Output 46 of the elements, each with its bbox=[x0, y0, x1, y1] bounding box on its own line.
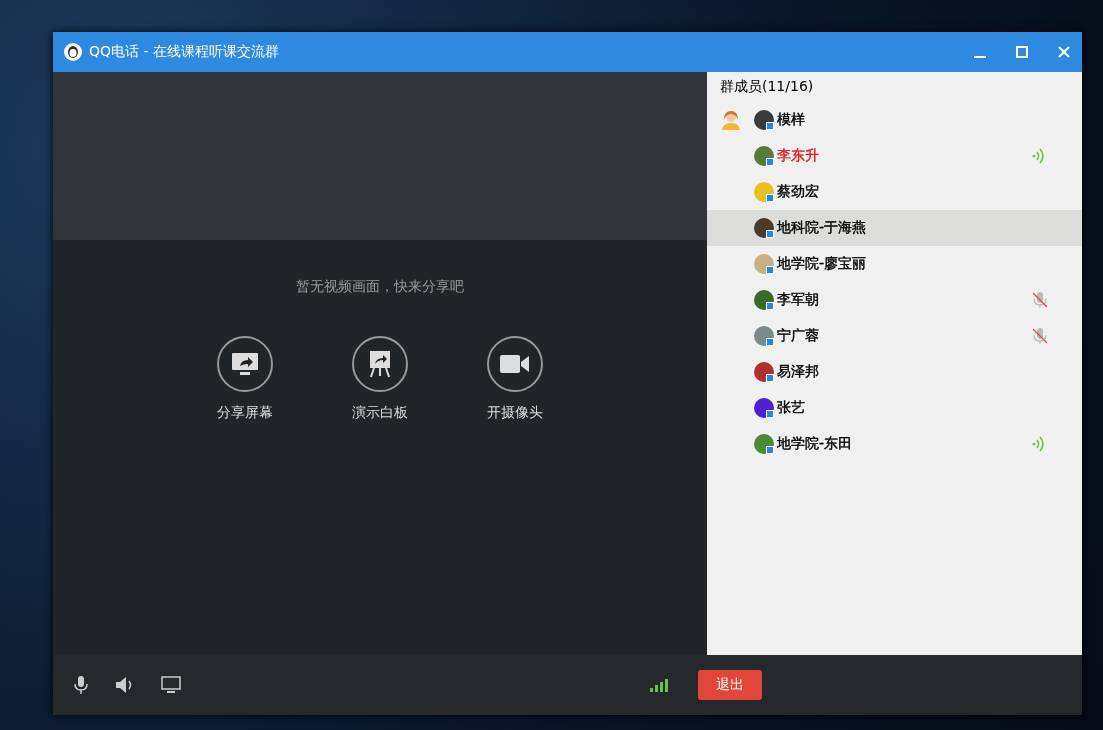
avatar-icon bbox=[753, 181, 775, 203]
avatar-icon bbox=[753, 253, 775, 275]
member-name: 易泽邦 bbox=[777, 363, 819, 381]
member-row[interactable]: 地学院-东田 bbox=[707, 426, 1082, 462]
member-row[interactable]: 易泽邦 bbox=[707, 354, 1082, 390]
member-name: 模样 bbox=[777, 111, 805, 129]
member-name: 地学院-廖宝丽 bbox=[777, 255, 867, 273]
member-name: 李东升 bbox=[777, 147, 819, 165]
empty-video-message: 暂无视频画面，快来分享吧 bbox=[296, 278, 464, 296]
member-row[interactable]: 宁广蓉 bbox=[707, 318, 1082, 354]
close-icon bbox=[1058, 46, 1070, 58]
member-row[interactable]: 李东升 bbox=[707, 138, 1082, 174]
member-name: 地科院-于海燕 bbox=[777, 219, 867, 237]
exit-button[interactable]: 退出 bbox=[698, 670, 762, 700]
member-name: 宁广蓉 bbox=[777, 327, 819, 345]
screen-share-icon bbox=[231, 352, 259, 376]
microphone-icon[interactable] bbox=[73, 675, 89, 695]
avatar-icon bbox=[753, 109, 775, 131]
maximize-icon bbox=[1016, 46, 1028, 58]
member-row[interactable]: 地学院-廖宝丽 bbox=[707, 246, 1082, 282]
member-row[interactable]: 模样 bbox=[707, 102, 1082, 138]
member-row[interactable]: 地科院-于海燕 bbox=[707, 210, 1082, 246]
member-row[interactable]: 李军朝 bbox=[707, 282, 1082, 318]
screen-button[interactable]: 分享屏幕 bbox=[205, 336, 285, 422]
members-header: 群成员(11/16) bbox=[719, 77, 815, 96]
member-name: 李军朝 bbox=[777, 291, 819, 309]
member-name: 蔡劲宏 bbox=[777, 183, 819, 201]
window-title: QQ电话 - 在线课程听课交流群 bbox=[89, 43, 280, 61]
video-camera-icon bbox=[500, 354, 530, 374]
member-row[interactable]: 张艺 bbox=[707, 390, 1082, 426]
member-row[interactable]: 蔡劲宏 bbox=[707, 174, 1082, 210]
whiteboard-button[interactable]: 演示白板 bbox=[340, 336, 420, 422]
member-name: 张艺 bbox=[777, 399, 805, 417]
avatar-icon bbox=[753, 361, 775, 383]
avatar-icon bbox=[753, 325, 775, 347]
avatar-icon bbox=[753, 289, 775, 311]
avatar-icon bbox=[753, 145, 775, 167]
screen-icon[interactable] bbox=[161, 676, 181, 694]
member-name: 地学院-东田 bbox=[777, 435, 853, 453]
camera-button[interactable]: 开摄像头 bbox=[475, 336, 555, 422]
avatar-icon bbox=[753, 433, 775, 455]
qq-logo-icon bbox=[63, 42, 83, 62]
minimize-icon bbox=[974, 55, 986, 58]
avatar-icon bbox=[753, 397, 775, 419]
whiteboard-icon bbox=[368, 350, 392, 378]
avatar-icon bbox=[753, 217, 775, 239]
